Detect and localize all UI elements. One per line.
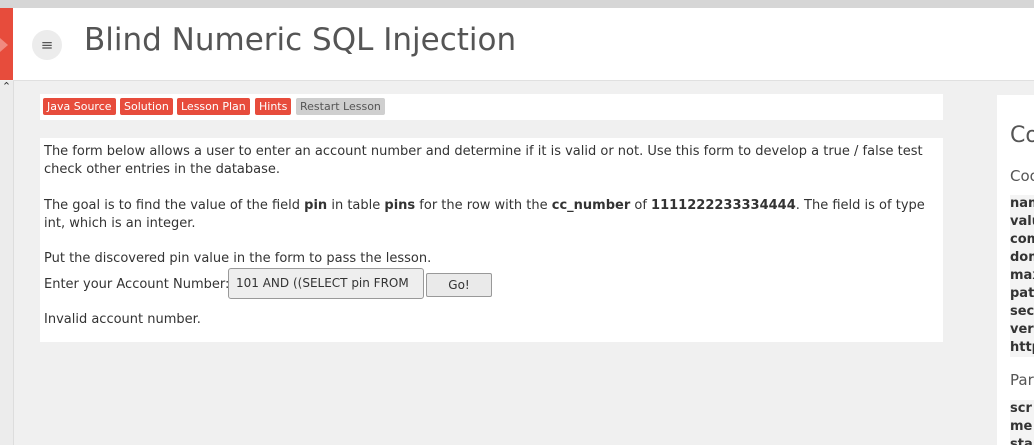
cookies-params-panel: Co Coo nam valu com dom max pat sec ver … [997, 95, 1034, 445]
text-segment: for the row with the [415, 198, 552, 213]
lesson-toolbar: Java Source Solution Lesson Plan Hints R… [40, 94, 943, 120]
lesson-paragraph-1: The form below allows a user to enter an… [44, 144, 923, 177]
text-segment: The goal is to find the value of the fie… [44, 198, 305, 213]
cookie-row: http [1010, 340, 1034, 355]
param-row: sta [1010, 437, 1033, 445]
accent-arrow-icon [0, 38, 8, 52]
menu-toggle-button[interactable]: ≡ [32, 30, 62, 60]
page-title: Blind Numeric SQL Injection [84, 22, 517, 58]
account-number-input[interactable]: 101 AND ((SELECT pin FROM [228, 268, 424, 299]
lesson-paragraph-2: The goal is to find the value of the fie… [44, 197, 940, 233]
lesson-content: The form below allows a user to enter an… [40, 138, 943, 342]
cookie-row: com [1010, 232, 1034, 247]
solution-button[interactable]: Solution [120, 98, 173, 115]
lesson-plan-button[interactable]: Lesson Plan [177, 98, 250, 115]
result-message: Invalid account number. [44, 312, 201, 327]
param-row: scr [1010, 401, 1032, 416]
cookie-row: max [1010, 268, 1034, 283]
cookie-row: valu [1010, 214, 1034, 229]
text-segment: of [630, 198, 652, 213]
cookie-row: sec [1010, 304, 1034, 319]
java-source-button[interactable]: Java Source [43, 98, 116, 115]
page-header: ≡ Blind Numeric SQL Injection [13, 8, 1034, 81]
column-name: cc_number [551, 198, 631, 213]
left-sidebar [0, 81, 14, 445]
cookie-row: nam [1010, 196, 1034, 211]
cookies-table: nam valu com dom max pat sec ver http [1010, 195, 1034, 357]
go-button[interactable]: Go! [426, 273, 492, 297]
account-number-label: Enter your Account Number: [44, 277, 230, 292]
text-segment: in table [327, 198, 385, 213]
params-table: scr me sta [1010, 400, 1034, 445]
table-name: pins [384, 198, 416, 213]
panel-heading: Co [1010, 123, 1034, 148]
field-name: pin [304, 198, 328, 213]
cc-number-value: 1111222233334444 [651, 198, 796, 213]
cookie-row: pat [1010, 286, 1034, 301]
cookies-heading: Coo [1010, 167, 1034, 185]
cookie-row: dom [1010, 250, 1034, 265]
collapse-chevron-icon[interactable]: ⌃ [0, 81, 13, 93]
left-accent-bar [0, 8, 13, 80]
restart-lesson-button[interactable]: Restart Lesson [296, 98, 385, 115]
hamburger-icon: ≡ [40, 36, 54, 54]
params-heading: Par [1010, 371, 1034, 389]
lesson-paragraph-3: Put the discovered pin value in the form… [44, 251, 432, 266]
cookie-row: ver [1010, 322, 1034, 337]
param-row: me [1010, 419, 1033, 434]
hints-button[interactable]: Hints [255, 98, 292, 115]
